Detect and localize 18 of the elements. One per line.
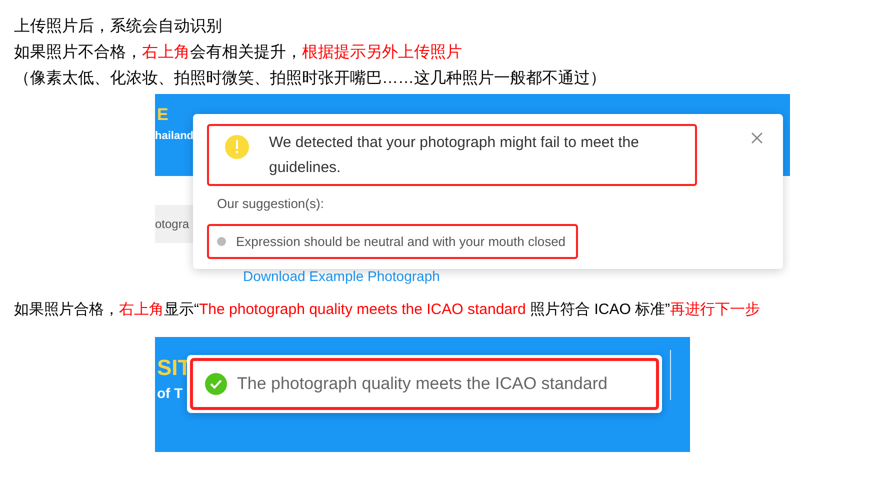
logo-text: SIT bbox=[157, 354, 192, 382]
alert-title: We detected that your photograph might fail to meet the guidelines. bbox=[269, 133, 640, 178]
download-link[interactable]: Download Example Photograph bbox=[243, 268, 440, 285]
logo-subtitle: of T bbox=[157, 384, 183, 403]
toast-message: The photograph quality meets the ICAO standard bbox=[237, 373, 608, 396]
caption-text: 如果照片不合格，右上角会有相关提升，根据提示另外上传照片 bbox=[14, 42, 463, 63]
check-icon bbox=[205, 373, 227, 395]
logo-subtitle: hailand bbox=[155, 129, 194, 144]
suggestions-label: Our suggestion(s): bbox=[217, 195, 325, 213]
upload-field: otogra bbox=[155, 205, 193, 243]
caption-text: 上传照片后，系统会自动识别 bbox=[14, 16, 223, 37]
close-icon[interactable] bbox=[751, 132, 763, 144]
bullet-icon bbox=[217, 236, 226, 246]
suggestion-text: Expression should be neutral and with your mouth closed bbox=[236, 232, 566, 251]
caption-text: （像素太低、化浓妆、拍照时微笑、拍照时张开嘴巴……这几种照片一般都不通过） bbox=[14, 68, 607, 89]
warning-icon bbox=[225, 135, 249, 159]
caption-text: 如果照片合格，右上角显示“The photograph quality meets the ICAO standard 照片符合 ICAO 标准”再进行下一步 bbox=[14, 300, 762, 320]
logo-text: E bbox=[157, 104, 168, 126]
